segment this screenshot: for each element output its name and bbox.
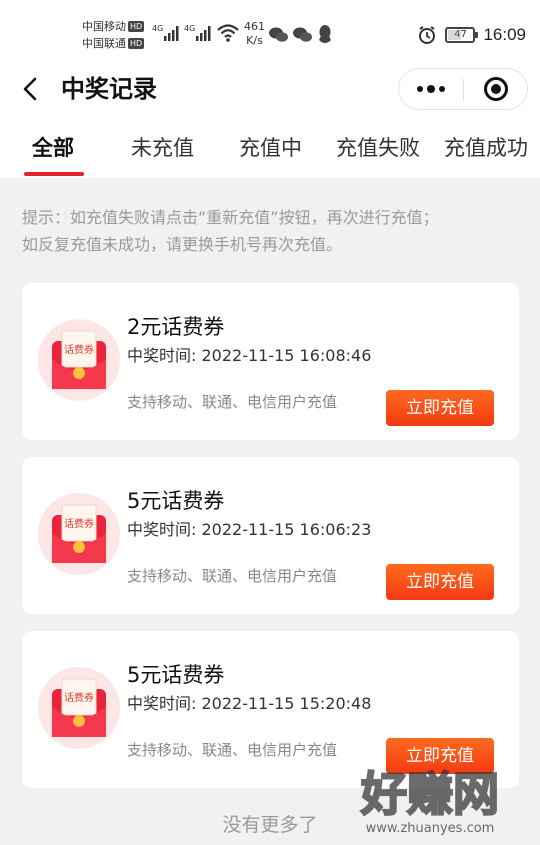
carrier-1: 中国移动	[82, 20, 126, 33]
tab-recharge-success[interactable]: 充值成功	[444, 134, 528, 162]
clock: 16:09	[483, 25, 526, 44]
voucher-thumbnail: 话费券	[38, 493, 120, 575]
svg-text:www.zhuanyes.com: www.zhuanyes.com	[366, 821, 495, 836]
red-envelope-icon: 话费券	[52, 330, 106, 389]
title-bar: 中奖记录	[0, 68, 540, 110]
record-time: 中奖时间: 2022-11-15 16:06:23	[127, 520, 372, 539]
svg-text:话费券: 话费券	[64, 691, 94, 704]
wechat-icon	[269, 27, 288, 42]
voucher-thumbnail: 话费券	[38, 319, 120, 401]
page-title: 中奖记录	[61, 75, 157, 103]
red-envelope-icon: 话费券	[52, 678, 106, 737]
svg-text:4G: 4G	[184, 24, 195, 33]
close-mini-program-button[interactable]	[465, 69, 527, 109]
record-description: 支持移动、联通、电信用户充值	[127, 567, 338, 585]
record-time: 中奖时间: 2022-11-15 15:20:48	[127, 694, 372, 713]
watermark-logo: 好赚网 www.zhuanyes.com	[359, 766, 500, 836]
carrier-info: 中国移动 HD 中国联通 HD	[82, 18, 145, 52]
qq-icon	[319, 25, 331, 43]
battery-icon: 47	[445, 27, 479, 43]
tab-all[interactable]: 全部	[32, 134, 74, 162]
status-right: 47 16:09	[417, 24, 526, 46]
hd-badge: HD	[128, 38, 145, 49]
chevron-left-icon	[23, 77, 37, 101]
recharge-now-button[interactable]: 立即充值	[386, 390, 494, 426]
signal-icon: 4G	[184, 24, 211, 41]
record-title: 2元话费券	[127, 315, 225, 339]
svg-text:话费券: 话费券	[64, 517, 94, 530]
record-title: 5元话费券	[127, 663, 225, 687]
status-bar: 中国移动 HD 中国联通 HD 4G 4G 461 K/s 47 16:09	[0, 0, 540, 68]
network-speed: 461 K/s	[244, 20, 265, 48]
capsule-divider	[463, 79, 464, 101]
tab-recharge-failed[interactable]: 充值失败	[336, 134, 420, 162]
record-description: 支持移动、联通、电信用户充值	[127, 741, 338, 759]
record-time: 中奖时间: 2022-11-15 16:08:46	[127, 346, 372, 365]
active-tab-indicator	[24, 172, 84, 176]
network-speed-value: 461	[244, 20, 265, 33]
svg-text:话费券: 话费券	[64, 343, 94, 356]
more-dots-icon	[417, 86, 423, 92]
app-notification-icons	[269, 25, 331, 43]
back-button[interactable]	[16, 72, 48, 106]
tab-bar: 全部 未充值 充值中 充值失败 充值成功	[0, 110, 540, 178]
record-card: 话费券 5元话费券 中奖时间: 2022-11-15 16:06:23 支持移动…	[22, 457, 519, 614]
network-speed-unit: K/s	[246, 34, 263, 47]
red-envelope-icon: 话费券	[52, 504, 106, 563]
tip-line-1: 提示：如充值失败请点击“重新充值”按钮，再次进行充值；	[22, 208, 439, 227]
tip-line-2: 如反复充值未成功，请更换手机号再次充值。	[22, 235, 343, 254]
mini-program-capsule	[398, 68, 528, 110]
hd-badge: HD	[128, 21, 145, 32]
record-card: 话费券 2元话费券 中奖时间: 2022-11-15 16:08:46 支持移动…	[22, 283, 519, 440]
tab-recharging[interactable]: 充值中	[239, 134, 302, 162]
record-description: 支持移动、联通、电信用户充值	[127, 393, 338, 411]
tab-not-recharged[interactable]: 未充值	[131, 134, 194, 162]
record-title: 5元话费券	[127, 489, 225, 513]
more-button[interactable]	[399, 69, 463, 109]
wechat-icon	[293, 27, 312, 42]
target-icon	[484, 77, 508, 101]
svg-text:好赚网: 好赚网	[360, 767, 499, 821]
signal-icon: 4G	[152, 24, 179, 41]
carrier-2: 中国联通	[82, 37, 126, 50]
tip-text: 提示：如充值失败请点击“重新充值”按钮，再次进行充值； 如反复充值未成功，请更换…	[22, 204, 522, 258]
recharge-now-button[interactable]: 立即充值	[386, 564, 494, 600]
wifi-icon	[217, 24, 239, 42]
alarm-icon	[419, 26, 436, 44]
voucher-thumbnail: 话费券	[38, 667, 120, 749]
svg-text:4G: 4G	[152, 24, 163, 33]
